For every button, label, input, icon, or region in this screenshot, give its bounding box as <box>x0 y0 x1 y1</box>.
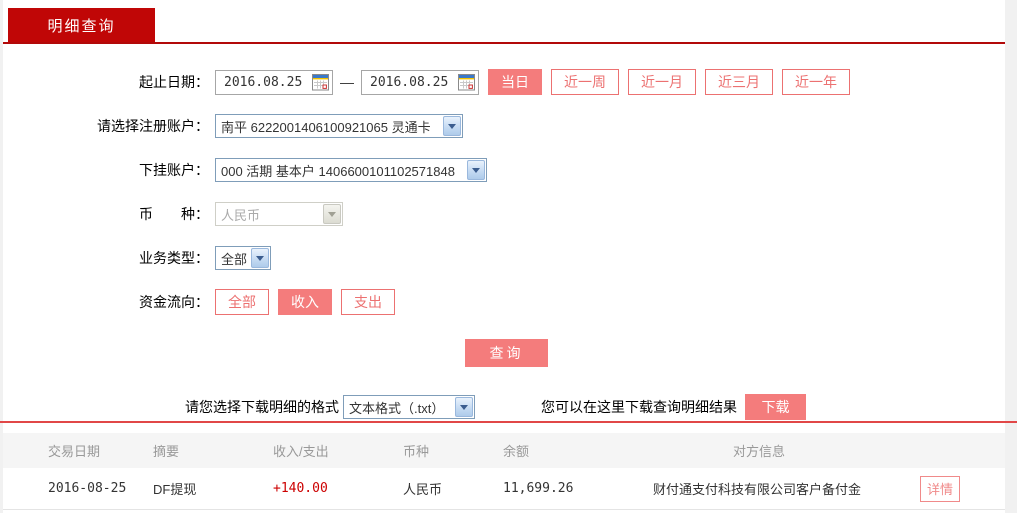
header-trade-date: 交易日期 <box>48 444 101 459</box>
fund-flow-row: 资金流向： 全部 收入 支出 <box>3 288 1005 316</box>
currency-row: 币 种： 人民币 <box>3 200 1005 228</box>
detail-query-panel: 明细查询 起止日期： 2016.08.25 — 2016.08.25 当日 近一… <box>0 0 1017 513</box>
quick-range-today-button[interactable]: 当日 <box>488 69 542 95</box>
business-type-select[interactable]: 全部 <box>215 246 271 270</box>
sub-account-select[interactable]: 000 活期 基本户 1406600101102571848 <box>215 158 487 182</box>
cell-amount: +140.00 <box>273 481 328 496</box>
chevron-down-icon <box>323 204 341 224</box>
cell-action: 详情 <box>920 475 1005 502</box>
date-range-label: 起止日期： <box>139 74 209 90</box>
date-range-dash: — <box>340 74 354 90</box>
quick-range-month-button[interactable]: 近一月 <box>628 69 696 95</box>
section-divider <box>0 421 1017 423</box>
cell-trade-date: 2016-08-25 <box>48 481 127 496</box>
currency-select: 人民币 <box>215 202 343 226</box>
query-button[interactable]: 查询 <box>465 339 548 367</box>
header-counterparty: 对方信息 <box>733 444 786 459</box>
cell-currency: 人民币 <box>403 482 443 497</box>
tab-bar: 明细查询 <box>3 0 1005 44</box>
sub-account-label: 下挂账户： <box>139 162 209 178</box>
calendar-icon[interactable] <box>458 73 475 91</box>
end-date-input[interactable]: 2016.08.25 <box>361 69 479 95</box>
header-income-expense: 收入/支出 <box>273 444 329 459</box>
table-row: 2016-08-25 DF提现 +140.00 人民币 11,699.26 财付… <box>3 468 1005 510</box>
download-format-value: 文本格式（.txt） <box>349 400 445 416</box>
download-button[interactable]: 下载 <box>745 394 806 420</box>
register-account-value: 南平 6222001406100921065 灵通卡 <box>221 119 431 135</box>
table-header-row: 交易日期 摘要 收入/支出 币种 余额 对方信息 <box>3 433 1005 468</box>
download-format-select[interactable]: 文本格式（.txt） <box>343 395 475 419</box>
business-type-label: 业务类型： <box>139 250 209 266</box>
register-account-select[interactable]: 南平 6222001406100921065 灵通卡 <box>215 114 463 138</box>
download-format-label: 请您选择下载明细的格式 <box>185 399 339 415</box>
tab-detail-query[interactable]: 明细查询 <box>8 8 155 42</box>
download-row: 请您选择下载明细的格式 文本格式（.txt） 您可以在这里下载查询明细结果 下载 <box>3 394 1005 420</box>
header-balance: 余额 <box>503 444 530 459</box>
chevron-down-icon[interactable] <box>467 160 485 180</box>
fund-flow-label: 资金流向： <box>139 294 209 310</box>
results-table: 交易日期 摘要 收入/支出 币种 余额 对方信息 2016-08-25 DF提现… <box>3 433 1005 510</box>
download-hint: 您可以在这里下载查询明细结果 <box>541 399 737 415</box>
register-account-row: 请选择注册账户： 南平 6222001406100921065 灵通卡 <box>3 112 1005 140</box>
query-row: 查询 <box>3 339 1005 367</box>
quick-range-year-button[interactable]: 近一年 <box>782 69 850 95</box>
cell-summary: DF提现 <box>153 482 197 497</box>
quick-range-quarter-button[interactable]: 近三月 <box>705 69 773 95</box>
end-date-value: 2016.08.25 <box>370 74 449 90</box>
fund-flow-all-button[interactable]: 全部 <box>215 289 269 315</box>
detail-button[interactable]: 详情 <box>920 475 960 502</box>
query-form: 起止日期： 2016.08.25 — 2016.08.25 当日 近一周 近一月… <box>3 44 1005 420</box>
fund-flow-income-button[interactable]: 收入 <box>278 289 332 315</box>
currency-value: 人民币 <box>221 207 261 223</box>
header-currency: 币种 <box>403 444 430 459</box>
sub-account-value: 000 活期 基本户 1406600101102571848 <box>221 163 455 179</box>
business-type-value: 全部 <box>221 251 248 267</box>
fund-flow-expense-button[interactable]: 支出 <box>341 289 395 315</box>
right-gutter <box>1005 0 1017 513</box>
cell-balance: 11,699.26 <box>503 481 574 496</box>
tab-underline <box>3 42 1005 44</box>
chevron-down-icon[interactable] <box>443 116 461 136</box>
cell-counterparty: 财付通支付科技有限公司客户备付金 <box>653 482 862 497</box>
date-range-row: 起止日期： 2016.08.25 — 2016.08.25 当日 近一周 近一月… <box>3 68 1005 96</box>
business-type-row: 业务类型： 全部 <box>3 244 1005 272</box>
chevron-down-icon[interactable] <box>455 397 473 417</box>
start-date-input[interactable]: 2016.08.25 <box>215 69 333 95</box>
register-account-label: 请选择注册账户： <box>97 118 209 134</box>
sub-account-row: 下挂账户： 000 活期 基本户 1406600101102571848 <box>3 156 1005 184</box>
chevron-down-icon[interactable] <box>251 248 269 268</box>
quick-range-week-button[interactable]: 近一周 <box>551 69 619 95</box>
calendar-icon[interactable] <box>312 73 329 91</box>
header-summary: 摘要 <box>153 444 180 459</box>
start-date-value: 2016.08.25 <box>224 74 303 90</box>
currency-label: 币 种： <box>139 206 209 222</box>
